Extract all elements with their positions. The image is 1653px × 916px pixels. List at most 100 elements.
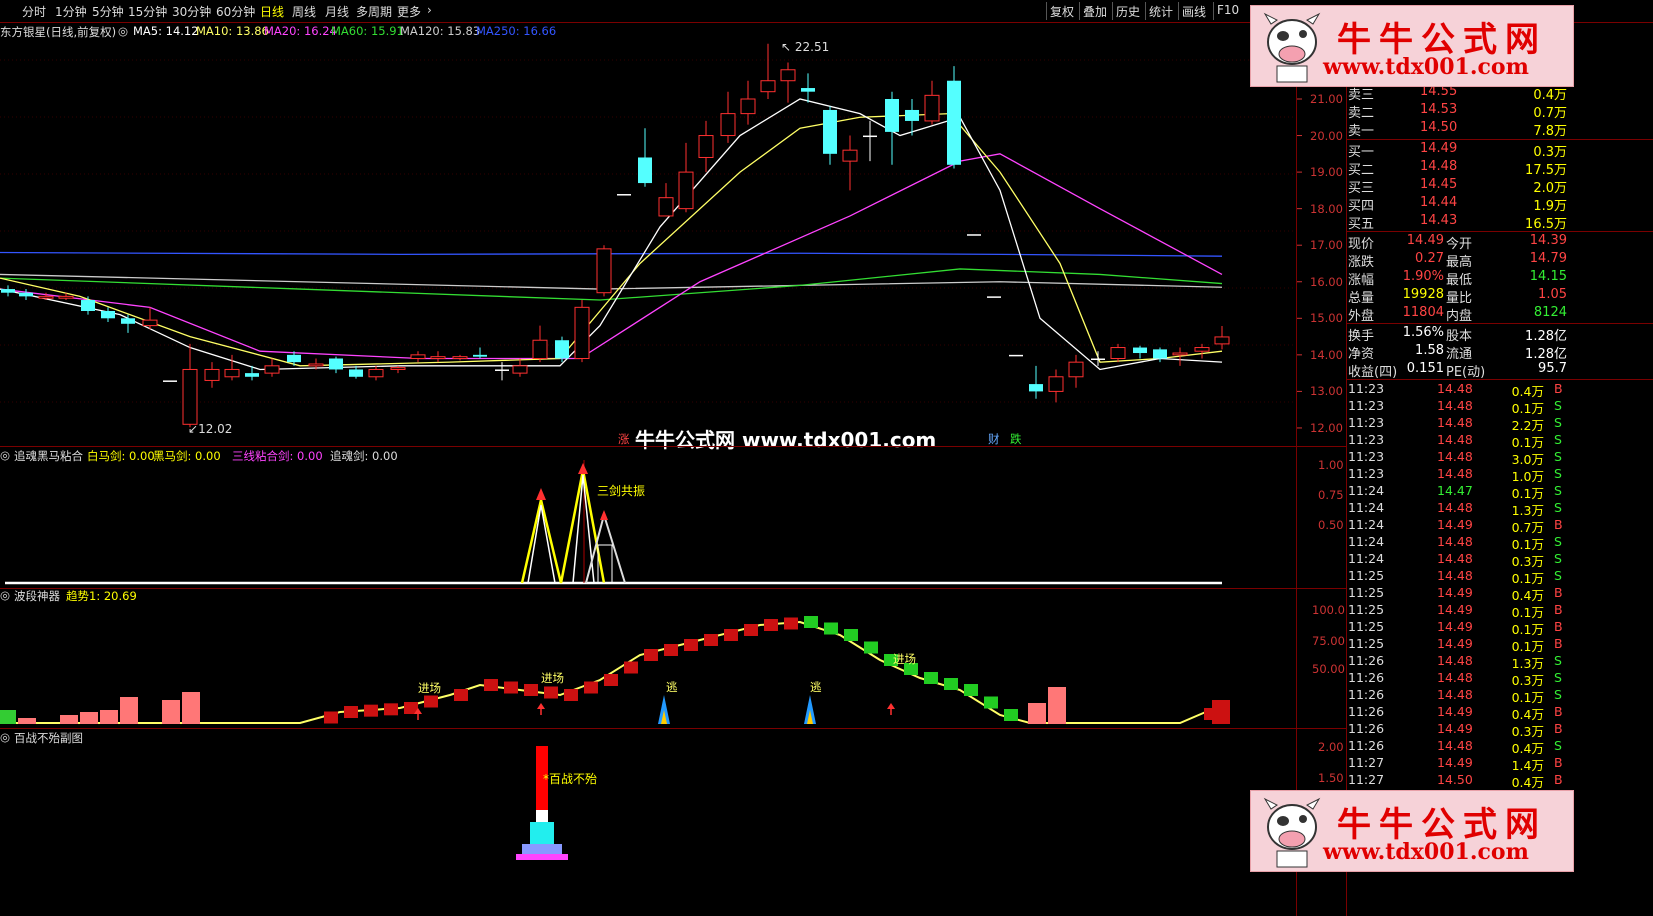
timeframe-9[interactable]: 多周期 xyxy=(356,3,392,20)
candle-body xyxy=(19,292,33,297)
logo-top: 牛牛公式网 www.tdx001.com xyxy=(1250,5,1574,87)
wave-bar xyxy=(0,710,16,724)
tick-row: 11:23 14.48 3.0万 S xyxy=(1347,449,1653,467)
candle-body xyxy=(1068,361,1084,378)
tick-side: B xyxy=(1554,755,1563,770)
stat-value2: 14.79 xyxy=(1529,251,1567,266)
buy-volume: 0.3万 xyxy=(1533,145,1567,160)
wave-indicator-chart[interactable] xyxy=(0,600,1346,728)
tick-side: B xyxy=(1554,381,1563,396)
tick-side: B xyxy=(1554,704,1563,719)
tick-row: 11:24 14.48 0.3万 S xyxy=(1347,551,1653,569)
sword-y-tick-1: 0.75 xyxy=(1318,488,1344,502)
stat-row: 涨跌 0.27 最高 14.79 xyxy=(1347,251,1653,270)
tick-price: 14.50 xyxy=(1437,772,1473,787)
candle-body xyxy=(885,99,899,132)
sword-y-tick-2: 0.50 xyxy=(1318,518,1344,532)
tick-price: 14.49 xyxy=(1437,517,1473,532)
y-tick-2: 19.00 xyxy=(1310,165,1343,180)
chase-sword xyxy=(585,511,626,584)
y-tick-5: 16.00 xyxy=(1310,274,1343,289)
toolbar-separator xyxy=(1112,2,1113,20)
candle-body xyxy=(473,354,487,357)
sell-row: 卖二 14.53 0.7万 xyxy=(1347,102,1653,121)
sell-row: 卖一 14.50 7.8万 xyxy=(1347,120,1653,139)
tick-price: 14.49 xyxy=(1437,704,1473,719)
timeframe-7[interactable]: 周线 xyxy=(292,3,316,20)
bz-indicator-chart[interactable] xyxy=(0,742,1346,916)
wave-block xyxy=(944,678,958,690)
tick-time: 11:27 xyxy=(1348,755,1385,770)
timeframe-8[interactable]: 月线 xyxy=(325,3,349,20)
toolbar-button-5[interactable]: F10 xyxy=(1217,3,1239,17)
candle-body xyxy=(678,171,694,210)
toolbar-button-1[interactable]: 叠加 xyxy=(1083,3,1107,20)
timeframe-5[interactable]: 60分钟 xyxy=(216,3,255,20)
logo-url: www.tdx001.com xyxy=(1323,839,1529,865)
tick-row: 11:26 14.49 0.3万 B xyxy=(1347,721,1653,739)
stock-title: 东方银星(日线,前复权) xyxy=(0,25,117,39)
candle-body xyxy=(410,354,426,360)
tick-price: 14.48 xyxy=(1437,415,1473,430)
wave-y-tick-1: 75.00 xyxy=(1312,634,1345,648)
sell-volume: 7.8万 xyxy=(1533,124,1567,139)
wave-block xyxy=(584,681,598,694)
timeframe-6[interactable]: 日线 xyxy=(260,3,284,20)
candle-body xyxy=(452,356,468,360)
toolbar-button-4[interactable]: 画线 xyxy=(1182,3,1206,20)
wave-block xyxy=(764,619,778,631)
entry-arrow-head xyxy=(887,703,895,709)
tick-side: B xyxy=(1554,721,1563,736)
wave-block xyxy=(1004,709,1018,721)
tick-time: 11:23 xyxy=(1348,415,1385,430)
buy-price: 14.43 xyxy=(1420,213,1458,228)
wave-block xyxy=(844,629,858,641)
tick-row: 11:23 14.48 0.4万 B xyxy=(1347,381,1653,399)
bz-annotation: *百战不殆 xyxy=(543,772,598,786)
sword-peak-icon xyxy=(536,488,546,500)
tick-side: S xyxy=(1554,653,1562,668)
ma-legend-2: MA20: 16.24 xyxy=(264,24,337,38)
timeframe-10[interactable]: 更多 xyxy=(397,3,421,20)
candle-body xyxy=(430,356,446,360)
timeframe-2[interactable]: 5分钟 xyxy=(92,3,124,20)
candle-body xyxy=(740,98,756,115)
stat-row: 净资 1.58 流通 1.28亿 xyxy=(1347,343,1653,362)
stat-label2: 流通 xyxy=(1446,347,1473,362)
tick-side: S xyxy=(1554,534,1562,549)
timeframe-4[interactable]: 30分钟 xyxy=(172,3,211,20)
timeframe-1[interactable]: 1分钟 xyxy=(55,3,87,20)
candlestick-chart[interactable] xyxy=(0,40,1346,445)
stat-row: 外盘 11804 内盘 8124 xyxy=(1347,305,1653,324)
candle-body xyxy=(349,369,363,377)
wave-bar xyxy=(1212,700,1230,724)
tick-side: S xyxy=(1554,449,1562,464)
entry-arrow-head xyxy=(537,703,545,709)
wave-block xyxy=(984,696,998,709)
buy-price: 14.48 xyxy=(1420,159,1458,174)
stat-value2: 95.7 xyxy=(1538,361,1567,376)
tick-time: 11:24 xyxy=(1348,500,1385,515)
ma-legend-0: MA5: 14.12 xyxy=(133,24,199,38)
candle-body xyxy=(1153,349,1167,359)
timeframe-3[interactable]: 15分钟 xyxy=(128,3,167,20)
more-chevron-icon[interactable]: › xyxy=(427,3,432,17)
wave-block xyxy=(724,629,738,641)
candle-body xyxy=(863,135,877,138)
wave-block xyxy=(524,684,538,696)
timeframe-0[interactable]: 分时 xyxy=(22,3,46,20)
legend-toggle-icon[interactable]: ◎ xyxy=(118,24,128,38)
tick-side: S xyxy=(1554,398,1562,413)
tick-time: 11:25 xyxy=(1348,602,1385,617)
toolbar-button-0[interactable]: 复权 xyxy=(1050,3,1074,20)
stat-row: 涨幅 1.90% 最低 14.15 xyxy=(1347,269,1653,288)
wave-block xyxy=(454,689,468,701)
sell-name: 卖一 xyxy=(1348,124,1375,139)
tick-time: 11:25 xyxy=(1348,568,1385,583)
buy-row: 买三 14.45 2.0万 xyxy=(1347,177,1653,196)
candle-body xyxy=(760,80,776,93)
toolbar-button-2[interactable]: 历史 xyxy=(1116,3,1140,20)
toolbar-button-3[interactable]: 统计 xyxy=(1149,3,1173,20)
sword-indicator-chart[interactable] xyxy=(0,460,1346,588)
buy-row: 买一 14.49 0.3万 xyxy=(1347,141,1653,160)
